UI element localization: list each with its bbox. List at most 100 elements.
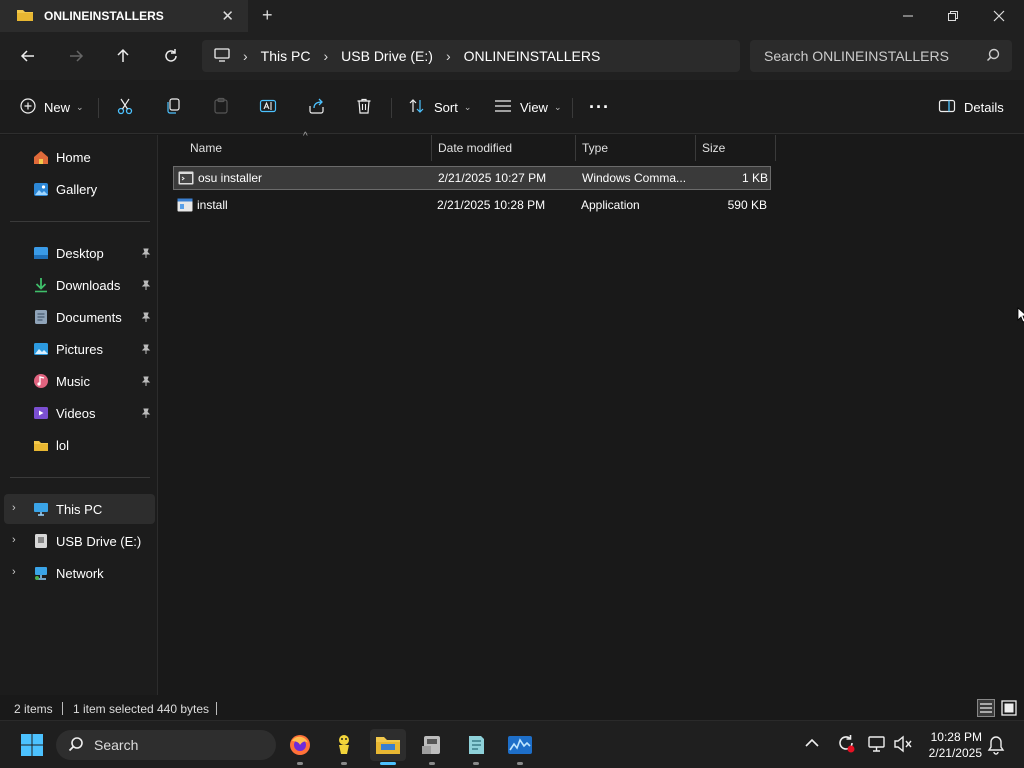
column-header-type[interactable]: Type [576, 135, 696, 161]
copy-icon [164, 97, 182, 118]
chevron-right-icon[interactable]: › [12, 566, 16, 578]
sync-icon[interactable] [836, 734, 856, 757]
firefox-icon [290, 735, 310, 755]
restore-button[interactable] [930, 0, 976, 32]
desktop-icon [32, 245, 50, 261]
sidebar-item-pictures[interactable]: Pictures [4, 334, 155, 364]
close-window-button[interactable] [976, 0, 1022, 32]
pin-icon[interactable] [141, 343, 151, 358]
mouse-cursor-icon [1017, 307, 1024, 326]
file-size: 1 KB [741, 171, 768, 185]
start-button[interactable] [14, 729, 50, 761]
firefox-app[interactable] [282, 729, 318, 765]
pin-icon[interactable] [141, 407, 151, 422]
windows-logo-icon [21, 734, 43, 756]
cut-button[interactable] [116, 94, 134, 120]
new-tab-button[interactable]: + [262, 5, 273, 26]
view-button[interactable]: View ⌄ [494, 94, 562, 120]
app-monitor[interactable] [502, 729, 538, 765]
rename-button[interactable] [259, 94, 277, 120]
details-view-icon[interactable] [977, 699, 995, 720]
app-devices[interactable] [414, 729, 450, 765]
sidebar-item-documents[interactable]: Documents [4, 302, 155, 332]
breadcrumb-this-pc[interactable]: This PC [261, 48, 311, 64]
pin-icon[interactable] [141, 247, 151, 262]
pin-icon[interactable] [141, 279, 151, 294]
column-header-size[interactable]: Size [696, 135, 776, 161]
sidebar-item-gallery[interactable]: Gallery [4, 174, 155, 204]
delete-button[interactable] [355, 94, 373, 120]
copy-button[interactable] [164, 94, 182, 120]
refresh-icon[interactable] [157, 44, 185, 68]
sidebar-item-videos[interactable]: Videos [4, 398, 155, 428]
pin-icon[interactable] [141, 375, 151, 390]
chevron-right-icon[interactable]: › [446, 48, 451, 64]
sort-arrows-icon [408, 98, 426, 117]
sidebar-item-music[interactable]: Music [4, 366, 155, 396]
new-button[interactable]: New ⌄ [20, 94, 84, 120]
command-bar: New ⌄ Sort ⌄ View ⌄ ··· Details [0, 80, 1024, 134]
sidebar-item-this-pc[interactable]: › This PC [4, 494, 155, 524]
usb-drive-icon [32, 533, 50, 549]
divider [391, 98, 392, 118]
paste-button[interactable] [212, 94, 230, 120]
app-figure[interactable] [326, 729, 362, 765]
search-icon [986, 48, 1000, 65]
document-icon [32, 309, 50, 325]
back-arrow-icon[interactable] [14, 44, 42, 68]
details-pane-button[interactable]: Details [938, 94, 1004, 120]
breadcrumb-usb-drive[interactable]: USB Drive (E:) [341, 48, 433, 64]
monitor-icon [214, 47, 230, 65]
tab-onlineinstallers[interactable]: ONLINEINSTALLERS ✕ [0, 0, 248, 32]
taskbar: Search 10:28 PM 2/21/2025 [0, 720, 1024, 768]
scissors-icon [116, 97, 134, 118]
divider [216, 702, 217, 715]
sidebar-item-network[interactable]: › Network [4, 558, 155, 588]
clipboard-icon [212, 97, 230, 118]
file-row-install[interactable]: install 2/21/2025 10:28 PM Application 5… [173, 194, 771, 218]
application-icon [177, 198, 193, 215]
breadcrumb-onlineinstallers[interactable]: ONLINEINSTALLERS [464, 48, 601, 64]
address-bar[interactable]: › This PC › USB Drive (E:) › ONLINEINSTA… [202, 40, 740, 72]
sidebar-item-desktop[interactable]: Desktop [4, 238, 155, 268]
sidebar-item-usb-drive[interactable]: › USB Drive (E:) [4, 526, 155, 556]
new-label: New [44, 99, 71, 115]
search-input[interactable]: Search ONLINEINSTALLERS [750, 40, 1012, 72]
column-header-date-modified[interactable]: Date modified [432, 135, 576, 161]
sidebar-item-downloads[interactable]: Downloads [4, 270, 155, 300]
forward-arrow-icon[interactable] [62, 44, 90, 68]
more-options-button[interactable]: ··· [589, 94, 610, 120]
column-header-name[interactable]: Name [184, 135, 432, 161]
taskbar-search[interactable]: Search [56, 730, 276, 760]
chevron-up-icon[interactable] [804, 736, 820, 753]
view-label: View [520, 99, 548, 115]
up-arrow-icon[interactable] [109, 44, 137, 68]
app-notes[interactable] [458, 729, 494, 765]
sidebar-item-home[interactable]: Home [4, 142, 155, 172]
system-clock[interactable]: 10:28 PM 2/21/2025 [929, 729, 982, 761]
file-name: osu installer [198, 171, 263, 185]
sidebar-item-lol[interactable]: lol [4, 430, 155, 460]
file-row-osu-installer[interactable]: osu installer 2/21/2025 10:27 PM Windows… [173, 166, 771, 190]
sort-button[interactable]: Sort ⌄ [408, 94, 471, 120]
chevron-right-icon[interactable]: › [12, 534, 16, 546]
file-type: Application [581, 198, 640, 212]
large-icons-view-icon[interactable] [1000, 699, 1018, 720]
file-explorer-app[interactable] [370, 729, 406, 765]
sidebar-item-label: Desktop [56, 245, 104, 261]
details-pane-icon [938, 98, 956, 117]
share-button[interactable] [307, 94, 325, 120]
chevron-right-icon[interactable]: › [323, 48, 328, 64]
divider [98, 98, 99, 118]
chevron-right-icon[interactable]: › [12, 502, 16, 514]
network-status-icon[interactable] [867, 735, 887, 756]
navigation-bar: › This PC › USB Drive (E:) › ONLINEINSTA… [0, 32, 1024, 80]
volume-muted-icon[interactable] [893, 735, 913, 756]
sidebar-item-label: Pictures [56, 341, 103, 357]
divider [10, 221, 150, 222]
divider [62, 702, 63, 715]
close-tab-icon[interactable]: ✕ [221, 7, 234, 25]
pin-icon[interactable] [141, 311, 151, 326]
notification-bell-icon[interactable] [987, 735, 1005, 758]
minimize-button[interactable] [885, 0, 931, 32]
